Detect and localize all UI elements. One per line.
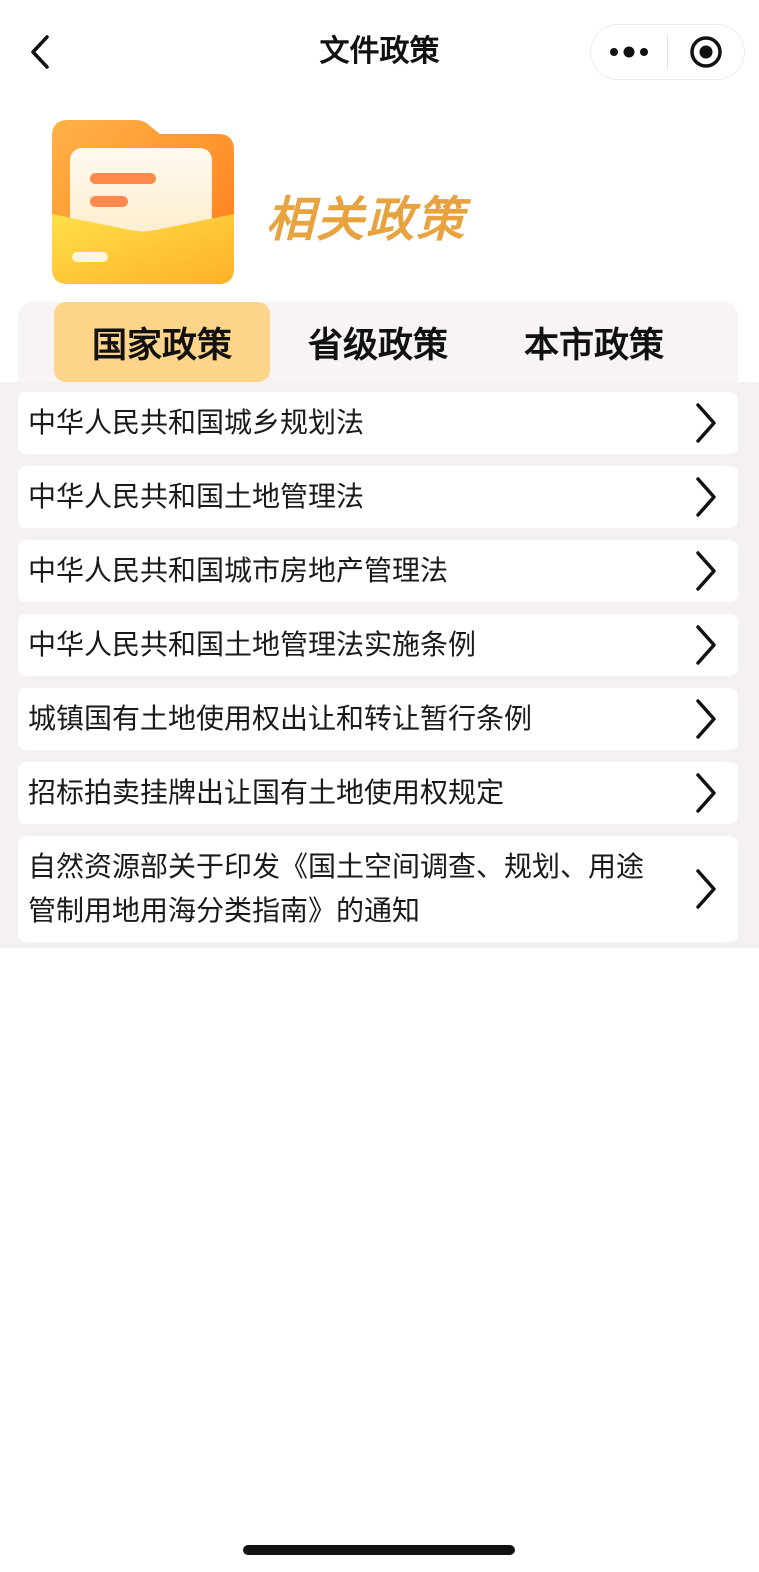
banner: 相关政策 — [0, 104, 759, 300]
list-item[interactable]: 中华人民共和国城市房地产管理法 — [18, 540, 738, 602]
policy-level-tabs: 国家政策 省级政策 本市政策 — [18, 302, 738, 382]
folder-icon — [52, 120, 234, 284]
more-dots-icon — [610, 46, 648, 58]
chevron-right-icon — [696, 403, 716, 443]
list-item[interactable]: 招标拍卖挂牌出让国有土地使用权规定 — [18, 762, 738, 824]
target-circle-icon — [690, 36, 722, 68]
nav-bar: 文件政策 — [0, 0, 759, 104]
list-item[interactable]: 城镇国有土地使用权出让和转让暂行条例 — [18, 688, 738, 750]
tab-city[interactable]: 本市政策 — [486, 302, 702, 382]
policy-title: 城镇国有土地使用权出让和转让暂行条例 — [28, 702, 533, 735]
close-mini-program-button[interactable] — [668, 24, 744, 80]
banner-title: 相关政策 — [266, 192, 467, 248]
policy-title: 自然资源部关于印发《国土空间调查、规划、用途管制用地用海分类指南》的通知 — [28, 850, 645, 927]
list-item[interactable]: 中华人民共和国土地管理法实施条例 — [18, 614, 738, 676]
list-item[interactable]: 自然资源部关于印发《国土空间调查、规划、用途管制用地用海分类指南》的通知 — [18, 836, 738, 942]
chevron-right-icon — [696, 477, 716, 517]
chevron-right-icon — [696, 869, 716, 909]
policy-title: 中华人民共和国城市房地产管理法 — [28, 554, 449, 587]
chevron-right-icon — [696, 551, 716, 591]
mini-program-capsule — [590, 24, 745, 80]
chevron-right-icon — [696, 699, 716, 739]
tab-provincial[interactable]: 省级政策 — [270, 302, 486, 382]
home-indicator[interactable] — [243, 1545, 515, 1555]
chevron-right-icon — [696, 625, 716, 665]
more-button[interactable] — [591, 24, 667, 80]
policy-title: 中华人民共和国土地管理法 — [28, 480, 365, 513]
chevron-right-icon — [696, 773, 716, 813]
policy-title: 招标拍卖挂牌出让国有土地使用权规定 — [28, 776, 505, 809]
list-item[interactable]: 中华人民共和国土地管理法 — [18, 466, 738, 528]
tab-national[interactable]: 国家政策 — [54, 302, 270, 382]
policy-page: 文件政策 相关政策 国家政策 省级政策 本市政策 中华人民共和国城乡规划法 中华… — [0, 0, 759, 1572]
list-item[interactable]: 中华人民共和国城乡规划法 — [18, 392, 738, 454]
policy-title: 中华人民共和国城乡规划法 — [28, 406, 365, 439]
policy-title: 中华人民共和国土地管理法实施条例 — [28, 628, 477, 661]
